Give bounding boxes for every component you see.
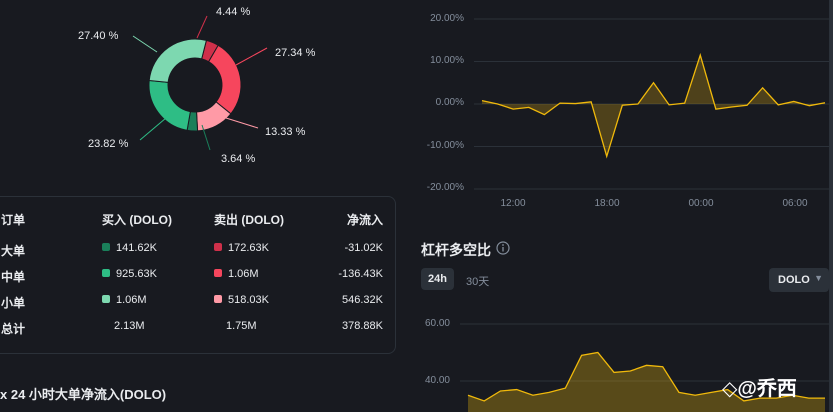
row-total-buy: 2.13M — [114, 320, 145, 332]
large-order-netflow-title: x 24 小时大单净流入(DOLO) — [0, 387, 167, 402]
row-large-sell-value: 172.63K — [228, 242, 269, 254]
tab-24h[interactable]: 24h — [421, 268, 454, 290]
row-total-name: 总计 — [1, 322, 26, 336]
chevron-down-icon: ▼ — [814, 273, 823, 283]
table-header-order: 订单 — [1, 213, 26, 227]
ytick-10: 10.00% — [430, 55, 464, 66]
row-total-sell: 1.75M — [226, 320, 257, 332]
ytick-20: 20.00% — [430, 13, 464, 24]
row-large-buy-value: 141.62K — [116, 242, 157, 254]
donut-label-large-sell: 4.44 % — [216, 6, 251, 18]
row-small-name: 小单 — [1, 296, 26, 310]
sell-swatch-small — [214, 295, 222, 303]
row-small-net: 546.32K — [342, 294, 383, 306]
leverage-ratio-title: 杠杆多空比 — [421, 242, 491, 258]
line-area-fill — [482, 55, 825, 157]
donut-label-medium-buy: 23.82 % — [88, 138, 129, 150]
donut-label-medium-sell: 27.34 % — [275, 47, 316, 59]
row-total-net: 378.88K — [342, 320, 383, 332]
table-header-net: 净流入 — [346, 213, 383, 227]
buy-swatch-large — [102, 243, 110, 251]
price-change-line-chart — [474, 18, 829, 190]
ytick-0: 0.00% — [435, 97, 464, 108]
table-header-buy: 买入 (DOLO) — [102, 213, 172, 227]
buy-swatch-small — [102, 295, 110, 303]
info-icon[interactable] — [496, 241, 510, 255]
coin-selector-value: DOLO — [778, 274, 810, 286]
ytick-neg20: -20.00% — [426, 182, 464, 193]
page-scrollbar[interactable] — [829, 0, 833, 412]
row-small-buy-value: 1.06M — [116, 294, 147, 306]
donut-leader-lines — [132, 15, 268, 151]
row-large-net: -31.02K — [344, 242, 383, 254]
lev-ytick-60: 60.00 — [424, 318, 450, 329]
donut-label-large-buy: 3.64 % — [221, 153, 256, 165]
sell-swatch-large — [214, 243, 222, 251]
row-large-name: 大单 — [1, 244, 26, 258]
xtick-0000: 00:00 — [688, 198, 714, 209]
row-medium-net: -136.43K — [338, 268, 383, 280]
row-medium-sell-value: 1.06M — [228, 268, 259, 280]
table-header-sell: 卖出 (DOLO) — [214, 213, 284, 227]
watermark-logo: ◇@乔西 — [722, 378, 797, 400]
row-small-buy: 1.06M — [102, 294, 147, 306]
row-large-sell: 172.63K — [214, 242, 269, 254]
donut-label-small-sell: 13.33 % — [265, 126, 306, 138]
row-small-sell-value: 518.03K — [228, 294, 269, 306]
row-medium-buy: 925.63K — [102, 268, 157, 280]
xtick-1200: 12:00 — [500, 198, 526, 209]
row-medium-buy-value: 925.63K — [116, 268, 157, 280]
row-medium-name: 中单 — [1, 270, 26, 284]
buy-swatch-medium — [102, 269, 110, 277]
tab-30d[interactable]: 30天 — [466, 273, 489, 289]
lev-ytick-40: 40.00 — [424, 375, 450, 386]
row-small-sell: 518.03K — [214, 294, 269, 306]
donut-label-small-buy: 27.40 % — [78, 30, 119, 42]
ytick-neg10: -10.00% — [426, 140, 464, 151]
row-medium-sell: 1.06M — [214, 268, 259, 280]
orders-table: 订单 买入 (DOLO) 卖出 (DOLO) 净流入 大单 141.62K 17… — [0, 196, 396, 354]
coin-selector-dropdown[interactable]: DOLO ▼ — [769, 268, 829, 292]
row-large-buy: 141.62K — [102, 242, 157, 254]
xtick-1800: 18:00 — [594, 198, 620, 209]
xtick-0600: 06:00 — [782, 198, 808, 209]
sell-swatch-medium — [214, 269, 222, 277]
